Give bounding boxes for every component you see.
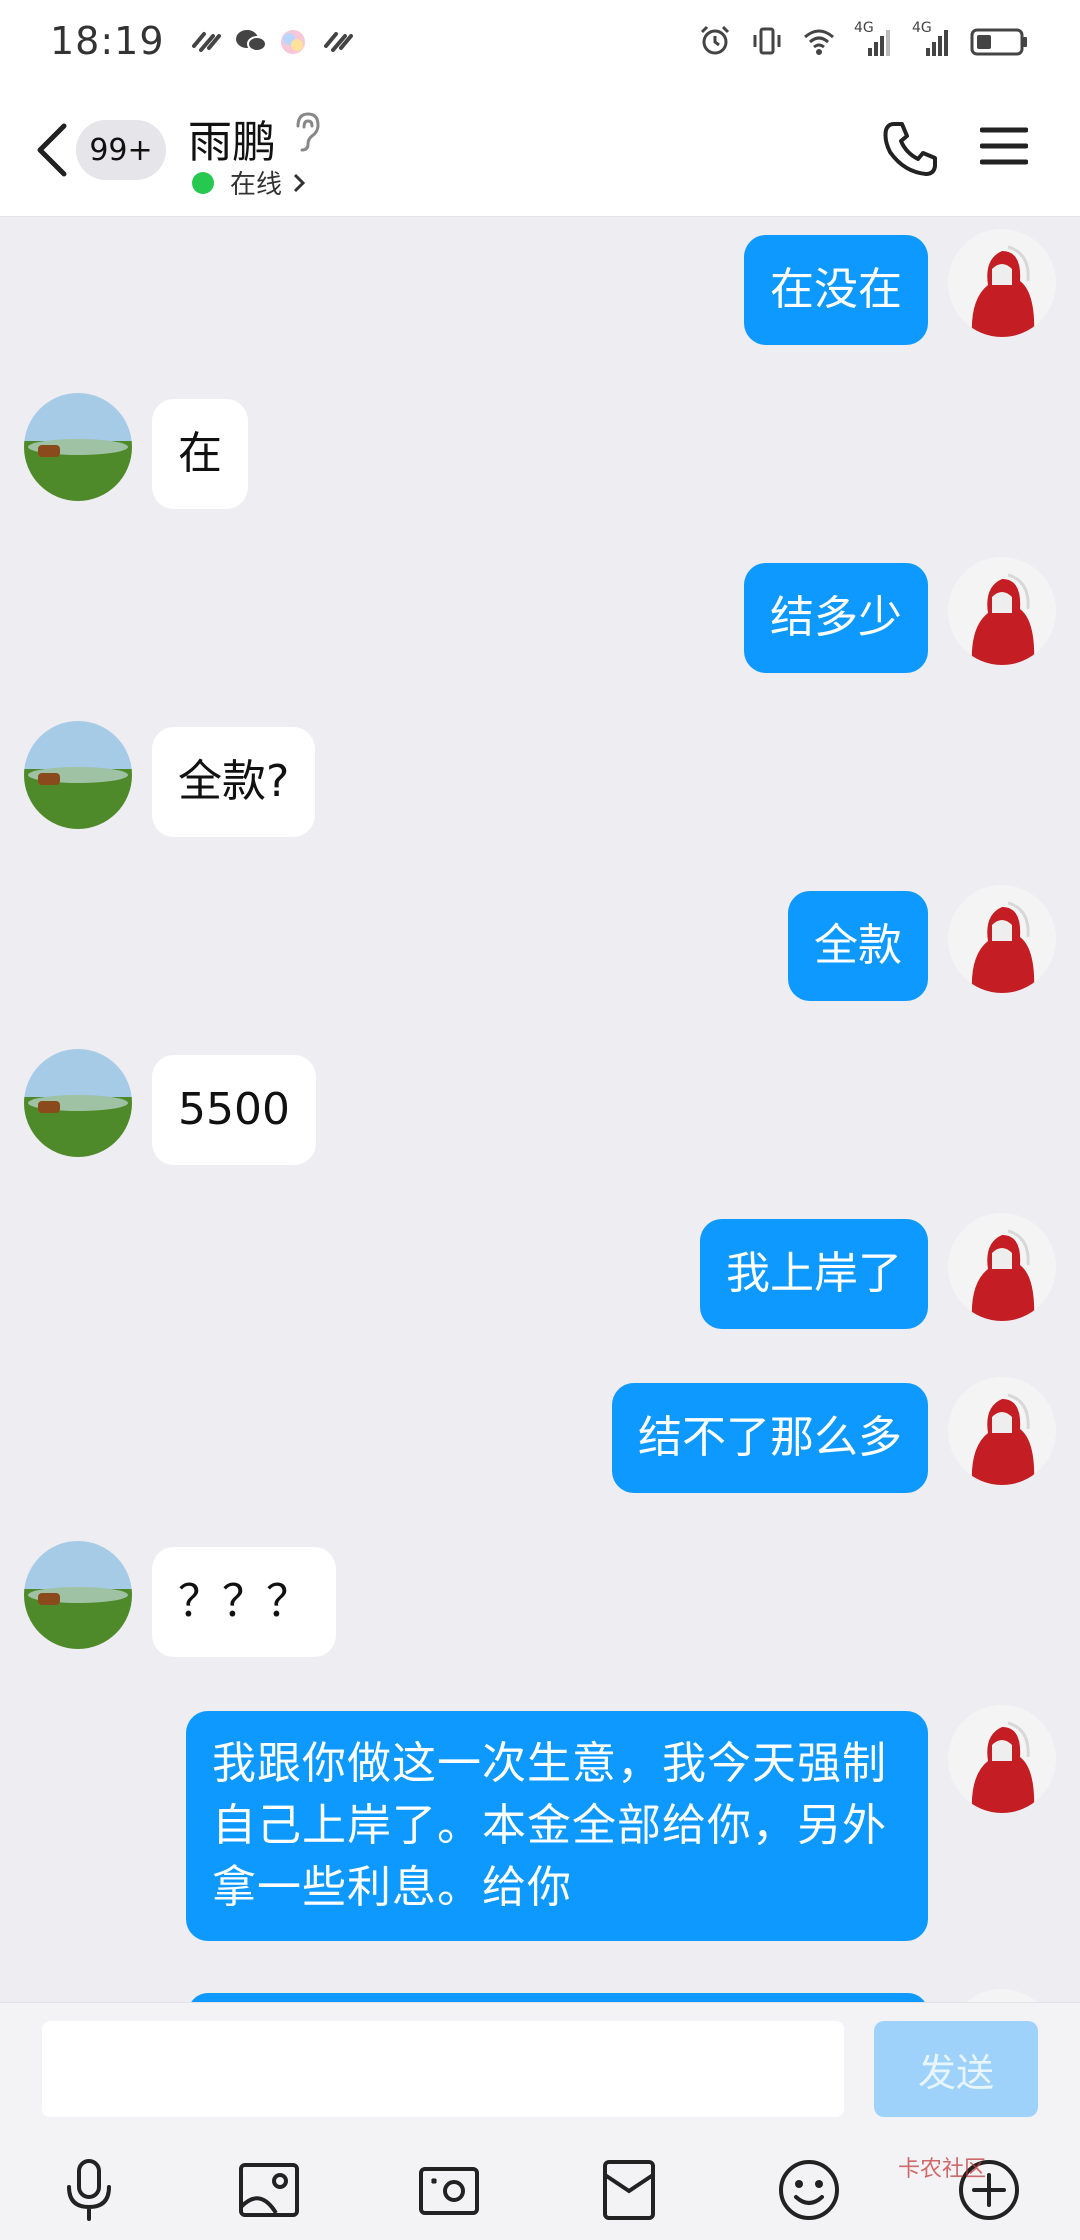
my-avatar[interactable] <box>948 229 1056 337</box>
microphone-icon[interactable] <box>56 2157 122 2223</box>
unread-count-badge[interactable]: 99+ <box>76 120 166 180</box>
chat-header: 99+ 雨鹏 在线 <box>0 82 1080 217</box>
my-avatar[interactable] <box>948 885 1056 993</box>
signal-2: 4G <box>912 20 952 58</box>
message-bubble-partial[interactable] <box>188 1993 928 2002</box>
contact-name[interactable]: 雨鹏 <box>188 106 276 170</box>
status-bar: 18:19 4G 4G <box>0 0 1080 82</box>
message-bubble-received[interactable]: 全款? <box>152 727 316 837</box>
contact-avatar[interactable] <box>24 1541 132 1649</box>
message-input[interactable] <box>42 2021 844 2117</box>
signal-1: 4G <box>854 20 894 58</box>
photos-app-icon <box>279 28 309 54</box>
emoji-icon[interactable] <box>776 2157 842 2223</box>
network-type-1: 4G <box>854 20 874 36</box>
back-button[interactable] <box>30 118 74 182</box>
network-type-2: 4G <box>912 20 932 36</box>
my-avatar[interactable] <box>948 1377 1056 1485</box>
message-list[interactable]: 在没在 在 结多少 全款? 全款 5500 我上岸了 结不了那么多 ？？？ 我跟… <box>0 217 1080 2002</box>
contact-avatar[interactable] <box>24 721 132 829</box>
app-notification-icon <box>191 28 221 54</box>
send-button[interactable]: 发送 <box>874 2021 1038 2117</box>
message-bubble-sent[interactable]: 我跟你做这一次生意，我今天强制自己上岸了。本金全部给你，另外拿一些利息。给你 <box>186 1711 928 1941</box>
image-icon[interactable] <box>236 2157 302 2223</box>
vibrate-icon <box>753 27 781 55</box>
contact-avatar[interactable] <box>24 1049 132 1157</box>
phone-call-icon[interactable] <box>880 118 940 180</box>
menu-icon[interactable] <box>980 124 1028 168</box>
my-avatar-partial[interactable] <box>948 1989 1056 2002</box>
contact-avatar[interactable] <box>24 393 132 501</box>
system-status-icons: 4G 4G <box>698 20 1030 58</box>
message-bubble-sent[interactable]: 我上岸了 <box>700 1219 928 1329</box>
message-bubble-sent[interactable]: 结多少 <box>744 563 928 673</box>
wechat-icon <box>235 28 267 54</box>
chevron-right-icon <box>293 173 306 192</box>
wifi-icon <box>804 29 834 55</box>
message-bubble-sent[interactable]: 全款 <box>788 891 928 1001</box>
my-avatar[interactable] <box>948 557 1056 665</box>
input-bar: 发送 卡农社区 <box>0 2002 1080 2240</box>
ear-icon[interactable] <box>290 110 324 154</box>
message-bubble-received[interactable]: 5500 <box>152 1055 316 1165</box>
alarm-icon <box>700 25 730 55</box>
my-avatar[interactable] <box>948 1705 1056 1813</box>
status-time: 18:19 <box>50 19 165 63</box>
notification-icons <box>191 28 353 54</box>
message-bubble-received[interactable]: 在 <box>152 399 248 509</box>
battery-icon <box>970 28 1027 56</box>
message-bubble-received[interactable]: ？？？ <box>152 1547 336 1657</box>
online-status[interactable]: 在线 <box>192 164 306 201</box>
message-bubble-sent[interactable]: 在没在 <box>744 235 928 345</box>
online-status-text: 在线 <box>230 170 283 200</box>
my-avatar[interactable] <box>948 1213 1056 1321</box>
chat-screen: 18:19 4G 4G 99+ 雨鹏 在线 在没在 在 结多少 全款? 全款 5… <box>0 0 1080 2240</box>
message-bubble-sent[interactable]: 结不了那么多 <box>612 1383 928 1493</box>
red-packet-icon[interactable] <box>596 2157 662 2223</box>
camera-icon[interactable] <box>416 2157 482 2223</box>
watermark: 卡农社区 <box>898 2157 987 2182</box>
online-dot <box>192 171 214 194</box>
app-notification-icon-2 <box>323 28 353 54</box>
